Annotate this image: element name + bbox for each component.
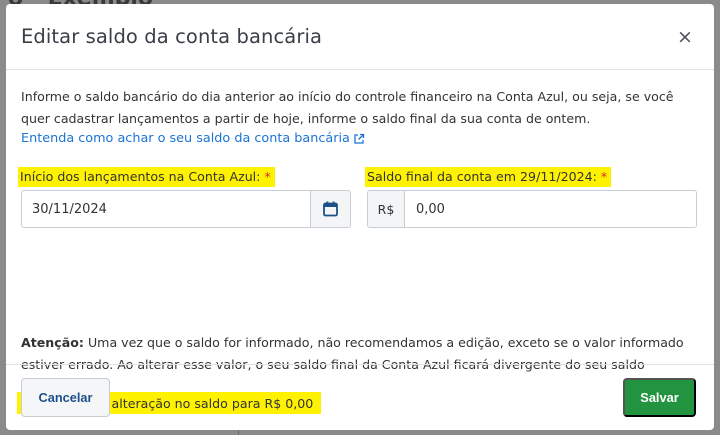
balance-input[interactable]: 0,00: [405, 191, 696, 227]
help-link-label: Entenda como achar o seu saldo da conta …: [21, 131, 350, 146]
currency-prefix: R$: [368, 191, 405, 227]
save-button[interactable]: Salvar: [623, 378, 696, 417]
modal-footer: Cancelar Salvar: [6, 364, 714, 430]
info-text: Informe o saldo bancário do dia anterior…: [21, 89, 674, 126]
close-icon[interactable]: ×: [676, 28, 694, 47]
warning-title: Atenção:: [21, 335, 84, 350]
external-link-icon: [354, 133, 365, 144]
start-date-label: Início dos lançamentos na Conta Azul: *: [18, 167, 275, 187]
modal-header: Editar saldo da conta bancária ×: [6, 4, 714, 70]
balance-label-text: Saldo final da conta em 29/11/2024:: [367, 169, 597, 184]
required-mark: *: [600, 169, 608, 184]
modal-body: Informe o saldo bancário do dia anterior…: [6, 70, 714, 414]
calendar-button[interactable]: [310, 191, 350, 227]
help-link[interactable]: Entenda como achar o seu saldo da conta …: [21, 131, 365, 146]
edit-balance-modal: Editar saldo da conta bancária × Informe…: [6, 4, 714, 430]
start-date-field: 30/11/2024: [21, 190, 351, 228]
required-mark: *: [264, 169, 271, 184]
calendar-icon: [323, 201, 338, 217]
modal-title: Editar saldo da conta bancária: [21, 25, 323, 48]
start-date-input[interactable]: 30/11/2024: [22, 191, 310, 227]
start-date-label-text: Início dos lançamentos na Conta Azul:: [20, 169, 261, 184]
balance-label: Saldo final da conta em 29/11/2024: *: [365, 167, 612, 187]
balance-field: R$ 0,00: [367, 190, 697, 228]
cancel-button[interactable]: Cancelar: [21, 378, 110, 417]
